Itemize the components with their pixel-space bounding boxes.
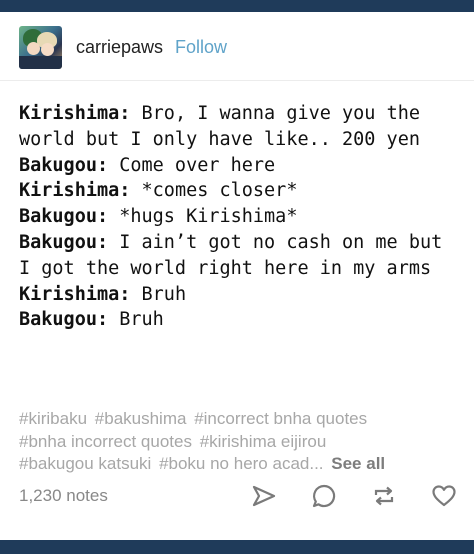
speaker-name: Kirishima:	[19, 283, 131, 305]
dialogue-line: Kirishima: Bro, I wanna give you the wor…	[19, 101, 459, 153]
reply-button[interactable]	[309, 481, 339, 511]
tag-link[interactable]: #boku no hero acad...	[159, 454, 323, 473]
post-body: Kirishima: Bro, I wanna give you the wor…	[19, 101, 459, 333]
dialogue-text: Bruh	[108, 309, 164, 331]
dialogue-text: *comes closer*	[130, 180, 298, 202]
reblog-icon	[374, 486, 394, 506]
reblog-button[interactable]	[369, 481, 399, 511]
speaker-name: Bakugou:	[19, 154, 109, 176]
speaker-name: Kirishima:	[19, 180, 131, 202]
tag-link[interactable]: #bakushima	[95, 409, 187, 428]
header-divider	[0, 80, 474, 81]
dialogue-line: Bakugou: *hugs Kirishima*	[19, 204, 459, 230]
speaker-name: Bakugou:	[19, 231, 109, 253]
dialogue-line: Kirishima: Bruh	[19, 282, 459, 308]
dialogue-text: Bruh	[130, 283, 187, 305]
username[interactable]: carriepaws	[76, 37, 163, 58]
tag-link[interactable]: #kiribaku	[19, 409, 87, 428]
post-footer: 1,230 notes	[19, 481, 459, 511]
tag-link[interactable]: #incorrect bnha quotes	[194, 409, 367, 428]
dialogue-line: Bakugou: Come over here	[19, 153, 459, 179]
notes-count[interactable]: 1,230 notes	[19, 486, 108, 506]
dialogue-text: *hugs Kirishima*	[108, 206, 298, 228]
tag-link[interactable]: #bnha incorrect quotes	[19, 432, 192, 451]
share-icon	[252, 485, 276, 507]
heart-icon	[432, 485, 456, 507]
speaker-name: Bakugou:	[19, 206, 109, 228]
dialogue-text: Come over here	[108, 154, 276, 176]
share-button[interactable]	[249, 481, 279, 511]
speaker-name: Bakugou:	[19, 309, 109, 331]
speaker-name: Kirishima:	[19, 103, 131, 124]
dialogue-line: Kirishima: *comes closer*	[19, 178, 459, 204]
tag-link[interactable]: #kirishima eijirou	[200, 432, 327, 451]
dialogue-line: Bakugou: Bruh	[19, 307, 459, 333]
avatar[interactable]	[19, 25, 62, 69]
post-header: carriepaws Follow	[19, 25, 227, 69]
follow-button[interactable]: Follow	[175, 37, 227, 58]
tag-link[interactable]: #bakugou katsuki	[19, 454, 151, 473]
like-button[interactable]	[429, 481, 459, 511]
see-all-link[interactable]: See all	[331, 454, 385, 473]
reply-icon	[312, 484, 336, 508]
dialogue-line: Bakugou: I ain’t got no cash on me but I…	[19, 230, 459, 282]
top-bar	[0, 0, 474, 12]
bottom-bar	[0, 540, 474, 554]
tag-list: #kiribaku #bakushima #incorrect bnha quo…	[19, 408, 464, 476]
post-actions	[219, 481, 459, 511]
